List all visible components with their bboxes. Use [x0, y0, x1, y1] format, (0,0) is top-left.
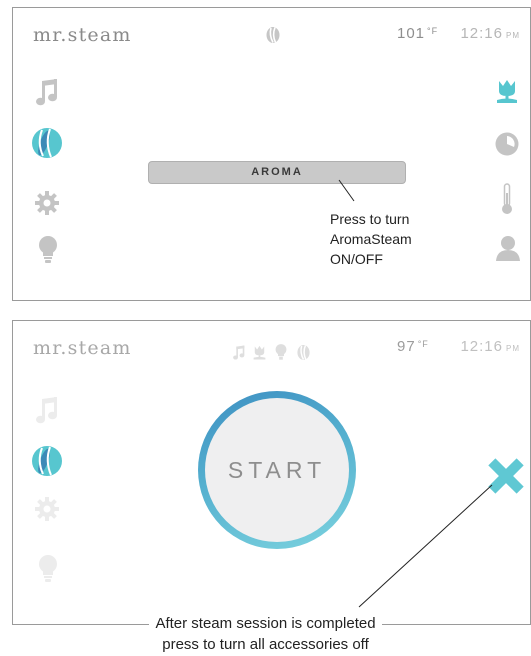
caption-line-2: press to turn all accessories off: [0, 634, 531, 655]
caption-line-1: After steam session is completed: [0, 613, 531, 634]
caption-pointer-line: [358, 484, 493, 608]
